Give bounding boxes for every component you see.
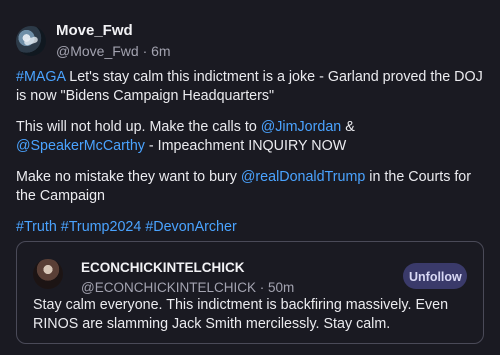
quoted-handle-line: @ECONCHICKINTELCHICK · 50m bbox=[81, 279, 294, 296]
post-paragraph: #MAGA Let's stay calm this indictment is… bbox=[16, 68, 486, 106]
hashtag-link[interactable]: #Truth bbox=[16, 219, 57, 235]
display-name[interactable]: Move_Fwd bbox=[56, 22, 171, 40]
quoted-text: Stay calm everyone. This indictment is b… bbox=[33, 297, 449, 332]
mention-link[interactable]: @SpeakerMcCarthy bbox=[16, 138, 145, 154]
post-header: Move_Fwd @Move_Fwd · 6m bbox=[16, 22, 171, 60]
quoted-author-info: ECONCHICKINTELCHICK @ECONCHICKINTELCHICK… bbox=[81, 260, 294, 296]
post-text: This will not hold up. Make the calls to bbox=[16, 119, 261, 135]
post-paragraph: #Truth #Trump2024 #DevonArcher bbox=[16, 218, 486, 237]
author-info: Move_Fwd @Move_Fwd · 6m bbox=[56, 22, 171, 60]
separator-dot: · bbox=[142, 43, 152, 59]
post-card: Move_Fwd @Move_Fwd · 6m #MAGA Let's stay… bbox=[0, 0, 500, 355]
hashtag-link[interactable]: #MAGA bbox=[16, 69, 65, 85]
handle-line: @Move_Fwd · 6m bbox=[56, 42, 171, 60]
post-body: #MAGA Let's stay calm this indictment is… bbox=[16, 68, 486, 249]
hashtag-link[interactable]: #DevonArcher bbox=[145, 219, 236, 235]
quoted-display-name[interactable]: ECONCHICKINTELCHICK bbox=[81, 260, 294, 276]
quoted-timestamp[interactable]: 50m bbox=[268, 280, 294, 295]
separator-dot: · bbox=[259, 280, 268, 295]
post-text: & bbox=[341, 119, 355, 135]
avatar[interactable] bbox=[16, 26, 46, 56]
handle[interactable]: @Move_Fwd bbox=[56, 43, 139, 59]
quoted-avatar[interactable] bbox=[33, 259, 63, 289]
mention-link[interactable]: @realDonaldTrump bbox=[241, 169, 365, 185]
timestamp[interactable]: 6m bbox=[151, 43, 170, 59]
post-text: - Impeachment INQUIRY NOW bbox=[144, 138, 347, 154]
post-text: Let's stay calm this indictment is a jok… bbox=[16, 69, 483, 104]
post-text: Make no mistake they want to bury bbox=[16, 169, 241, 185]
quoted-post[interactable]: ECONCHICKINTELCHICK @ECONCHICKINTELCHICK… bbox=[16, 241, 484, 344]
hashtag-link[interactable]: #Trump2024 bbox=[61, 219, 142, 235]
mention-link[interactable]: @JimJordan bbox=[261, 119, 341, 135]
quoted-handle[interactable]: @ECONCHICKINTELCHICK bbox=[81, 280, 256, 295]
post-paragraph: This will not hold up. Make the calls to… bbox=[16, 118, 486, 156]
post-paragraph: Make no mistake they want to bury @realD… bbox=[16, 168, 486, 206]
unfollow-button[interactable]: Unfollow bbox=[403, 263, 467, 289]
